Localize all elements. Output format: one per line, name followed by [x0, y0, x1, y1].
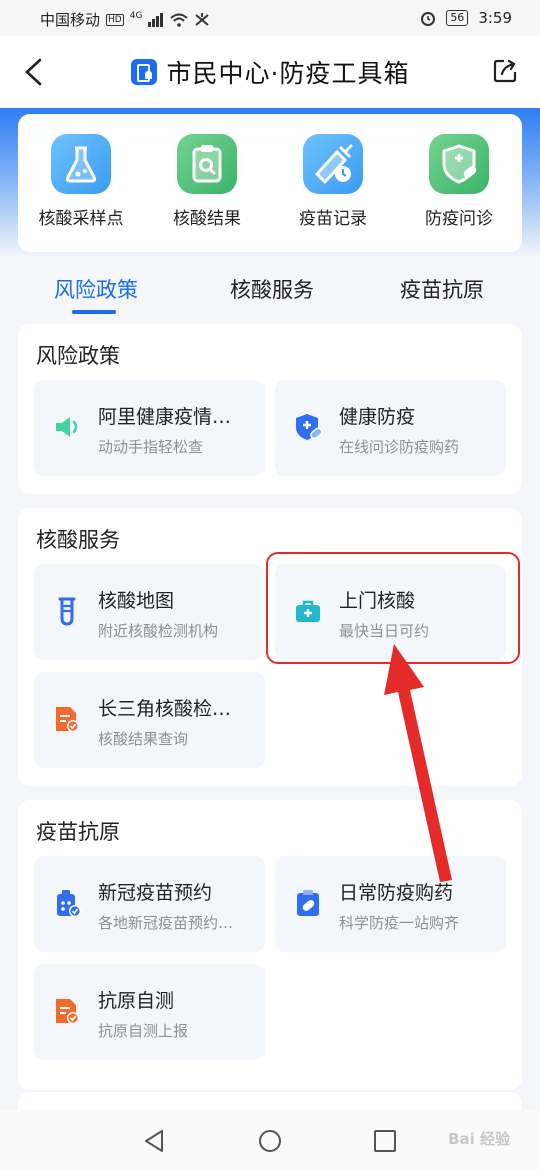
nav-home-icon[interactable]	[257, 1128, 283, 1154]
status-bar: 中国移动 HD 4G 56 3:59	[0, 0, 540, 36]
item-subtitle: 在线问诊防疫购药	[339, 438, 460, 456]
nav-recents-icon[interactable]	[372, 1128, 398, 1154]
clock: 3:59	[478, 9, 512, 27]
carrier-name: 中国移动	[40, 11, 101, 29]
quick-tools-card: 核酸采样点 核酸结果 疫苗记录 防疫问诊	[18, 114, 522, 252]
tool-sampling-point[interactable]: 核酸采样点	[26, 114, 136, 252]
speaker-icon	[56, 417, 78, 437]
tool-label: 疫苗记录	[299, 209, 367, 229]
item-title: 日常防疫购药	[339, 882, 454, 904]
nfc-icon	[195, 12, 210, 26]
hd-badge: HD	[106, 13, 124, 26]
item-title: 新冠疫苗预约	[98, 882, 213, 904]
watermark: Bai 经验	[448, 1130, 510, 1148]
test-tube-icon	[58, 597, 76, 626]
item-subtitle: 动动手指轻松查	[98, 438, 204, 456]
tool-label: 核酸结果	[173, 209, 241, 229]
battery-level: 56	[446, 10, 469, 26]
nav-back-icon[interactable]	[142, 1128, 168, 1154]
item-subtitle: 科学防疫一站购齐	[339, 914, 460, 932]
tab-vaccine-antigen[interactable]: 疫苗抗原	[400, 274, 484, 304]
citizen-center-icon	[130, 59, 157, 85]
header-title-group: 市民中心·防疫工具箱	[0, 54, 540, 90]
item-subtitle: 核酸结果查询	[98, 730, 189, 748]
tab-nucleic-service[interactable]: 核酸服务	[230, 274, 314, 304]
item-health-prevention[interactable]: 健康防疫 在线问诊防疫购药	[275, 380, 506, 476]
signal-icon	[148, 12, 164, 27]
section-vaccine-antigen: 疫苗抗原 新冠疫苗预约 各地新冠疫苗预约… 日常防疫购药 科学防疫一站购齐 抗原…	[18, 800, 522, 1090]
tool-test-result[interactable]: 核酸结果	[152, 114, 262, 252]
tab-risk-policy[interactable]: 风险政策	[54, 274, 138, 304]
item-nucleic-map[interactable]: 核酸地图 附近核酸检测机构	[34, 564, 265, 660]
clipboard-search-icon	[177, 134, 237, 194]
section-risk-policy: 风险政策 阿里健康疫情… 动动手指轻松查 健康防疫 在线问诊防疫购药	[18, 324, 522, 494]
item-title: 抗原自测	[98, 990, 175, 1012]
document-check-icon	[56, 707, 79, 732]
section-title: 核酸服务	[36, 528, 120, 552]
alarm-icon	[421, 12, 436, 26]
item-covid-vaccine-booking[interactable]: 新冠疫苗预约 各地新冠疫苗预约…	[34, 856, 265, 952]
document-check-icon	[56, 999, 79, 1024]
tool-label: 防疫问诊	[425, 209, 493, 229]
item-title: 健康防疫	[339, 406, 416, 428]
item-subtitle: 抗原自测上报	[98, 1022, 189, 1040]
medical-shield-icon	[429, 134, 489, 194]
page-title: 市民中心·防疫工具箱	[166, 59, 410, 88]
section-title: 疫苗抗原	[36, 820, 120, 844]
item-subtitle: 各地新冠疫苗预约…	[98, 914, 234, 932]
app-header: 市民中心·防疫工具箱	[0, 36, 540, 108]
item-title: 核酸地图	[98, 590, 175, 612]
vaccine-booking-icon	[57, 890, 81, 917]
tool-label: 核酸采样点	[38, 209, 124, 229]
item-title: 长三角核酸检…	[98, 698, 232, 720]
tool-vaccine-record[interactable]: 疫苗记录	[278, 114, 388, 252]
wifi-icon	[170, 13, 189, 27]
network-type: 4G	[129, 10, 143, 21]
vaccine-record-icon	[303, 134, 363, 194]
shield-pill-icon	[296, 414, 323, 440]
item-title: 阿里健康疫情…	[98, 406, 232, 428]
item-ali-health-epidemic[interactable]: 阿里健康疫情… 动动手指轻松查	[34, 380, 265, 476]
tool-epidemic-consult[interactable]: 防疫问诊	[404, 114, 514, 252]
item-daily-medicine-purchase[interactable]: 日常防疫购药 科学防疫一站购齐	[275, 856, 506, 952]
section-title: 风险政策	[36, 344, 120, 368]
category-tabs: 风险政策 核酸服务 疫苗抗原	[0, 268, 540, 318]
clipboard-pill-icon	[297, 890, 319, 916]
item-yangtze-delta-nucleic[interactable]: 长三角核酸检… 核酸结果查询	[34, 672, 265, 768]
share-icon[interactable]	[492, 58, 518, 84]
active-tab-indicator	[72, 310, 116, 314]
item-antigen-self-test[interactable]: 抗原自测 抗原自测上报	[34, 964, 265, 1060]
flask-icon	[51, 134, 111, 194]
highlight-box	[266, 552, 520, 664]
item-subtitle: 附近核酸检测机构	[98, 622, 219, 640]
